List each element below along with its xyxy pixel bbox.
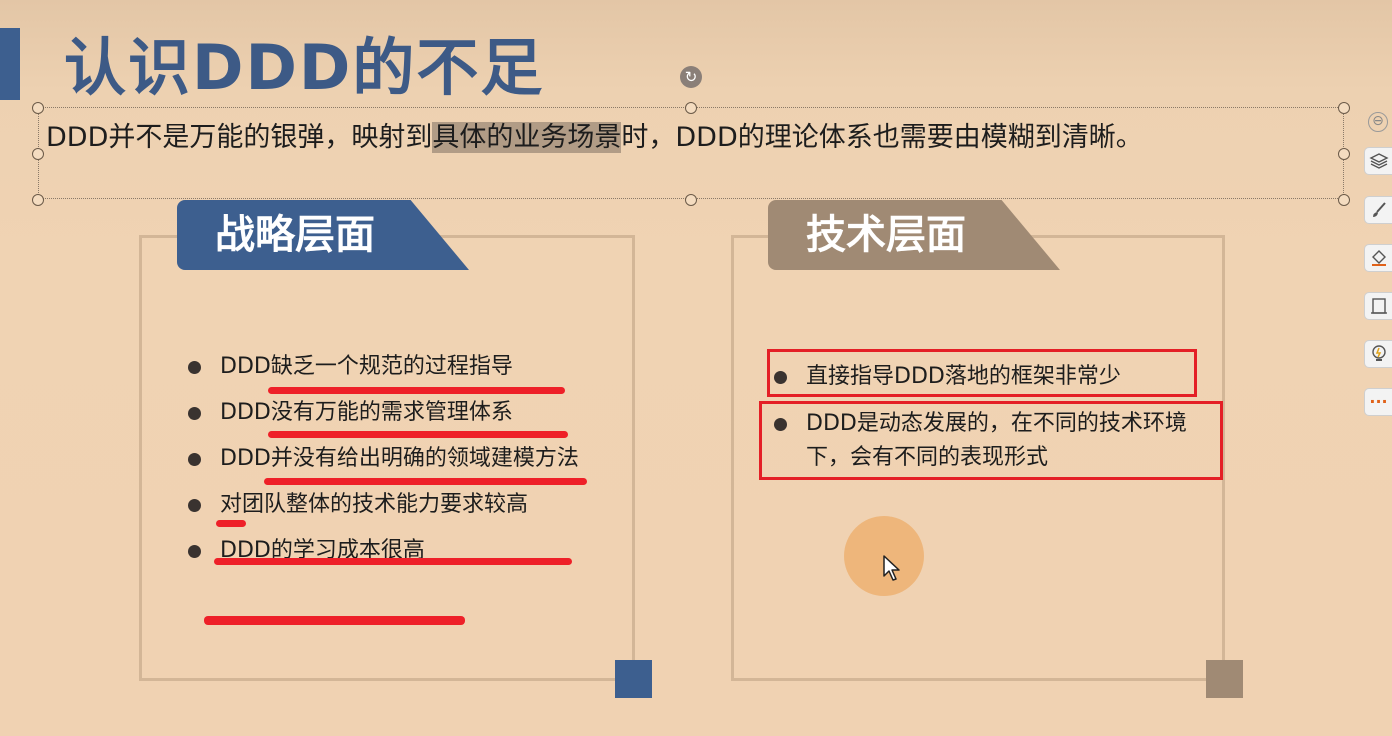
list-item-text: DDD没有万能的需求管理体系 — [220, 400, 513, 425]
subtitle-text-before: DDD并不是万能的银弹，映射到 — [46, 122, 433, 153]
list-item: DDD并没有给出明确的领域建模方法 — [188, 442, 608, 476]
list-item-text: DDD并没有给出明确的领域建模方法 — [220, 446, 579, 471]
fill-icon[interactable] — [1364, 244, 1392, 272]
annotation-box — [767, 349, 1197, 397]
bullet-icon — [188, 499, 201, 512]
resize-handle[interactable] — [32, 148, 44, 160]
subtitle-text-after: 时，DDD的理论体系也需要由模糊到清晰。 — [621, 122, 1143, 153]
brush-icon[interactable] — [1364, 196, 1392, 224]
bullet-icon — [188, 361, 201, 374]
bullet-icon — [188, 545, 201, 558]
bullet-icon — [188, 407, 201, 420]
list-item: DDD没有万能的需求管理体系 — [188, 396, 608, 430]
list-item: 对团队整体的技术能力要求较高 — [188, 488, 608, 522]
layers-icon[interactable] — [1364, 147, 1392, 175]
lightbulb-icon[interactable] — [1364, 340, 1392, 368]
list-item: DDD缺乏一个规范的过程指导 — [188, 350, 608, 384]
slide-title[interactable]: 认识DDD的不足 — [64, 28, 544, 108]
bullet-icon — [188, 453, 201, 466]
annotation-underline — [214, 558, 572, 565]
frame-icon[interactable] — [1364, 292, 1392, 320]
resize-handle[interactable] — [32, 194, 44, 206]
annotation-underline — [204, 616, 465, 625]
strategic-card-corner — [615, 660, 652, 698]
rotate-handle-icon[interactable]: ↻ — [680, 66, 702, 88]
mouse-cursor-icon — [883, 555, 900, 581]
annotation-underline — [264, 478, 587, 485]
more-icon[interactable]: ··· — [1364, 388, 1392, 416]
resize-handle[interactable] — [1338, 148, 1350, 160]
annotation-underline — [268, 431, 568, 438]
strategic-card-header: 战略层面 — [177, 200, 469, 270]
subtitle-text[interactable]: DDD并不是万能的银弹，映射到具体的业务场景时，DDD的理论体系也需要由模糊到清… — [46, 116, 1143, 160]
list-item-text: DDD缺乏一个规范的过程指导 — [220, 354, 513, 379]
resize-handle[interactable] — [685, 102, 697, 114]
subtitle-highlighted-text: 具体的业务场景 — [432, 122, 622, 153]
resize-handle[interactable] — [1338, 194, 1350, 206]
annotation-underline — [216, 520, 246, 527]
annotation-underline — [268, 387, 565, 394]
resize-handle[interactable] — [1338, 102, 1350, 114]
strategic-list: DDD缺乏一个规范的过程指导 DDD没有万能的需求管理体系 DDD并没有给出明确… — [188, 350, 608, 580]
technical-card-header: 技术层面 — [768, 200, 1060, 270]
collapse-toolbar-icon[interactable]: ⊖ — [1368, 112, 1388, 132]
title-accent-bar — [0, 28, 20, 100]
list-item-text: 对团队整体的技术能力要求较高 — [220, 492, 529, 517]
resize-handle[interactable] — [685, 194, 697, 206]
technical-card-corner — [1206, 660, 1243, 698]
resize-handle[interactable] — [32, 102, 44, 114]
annotation-box — [759, 401, 1223, 480]
